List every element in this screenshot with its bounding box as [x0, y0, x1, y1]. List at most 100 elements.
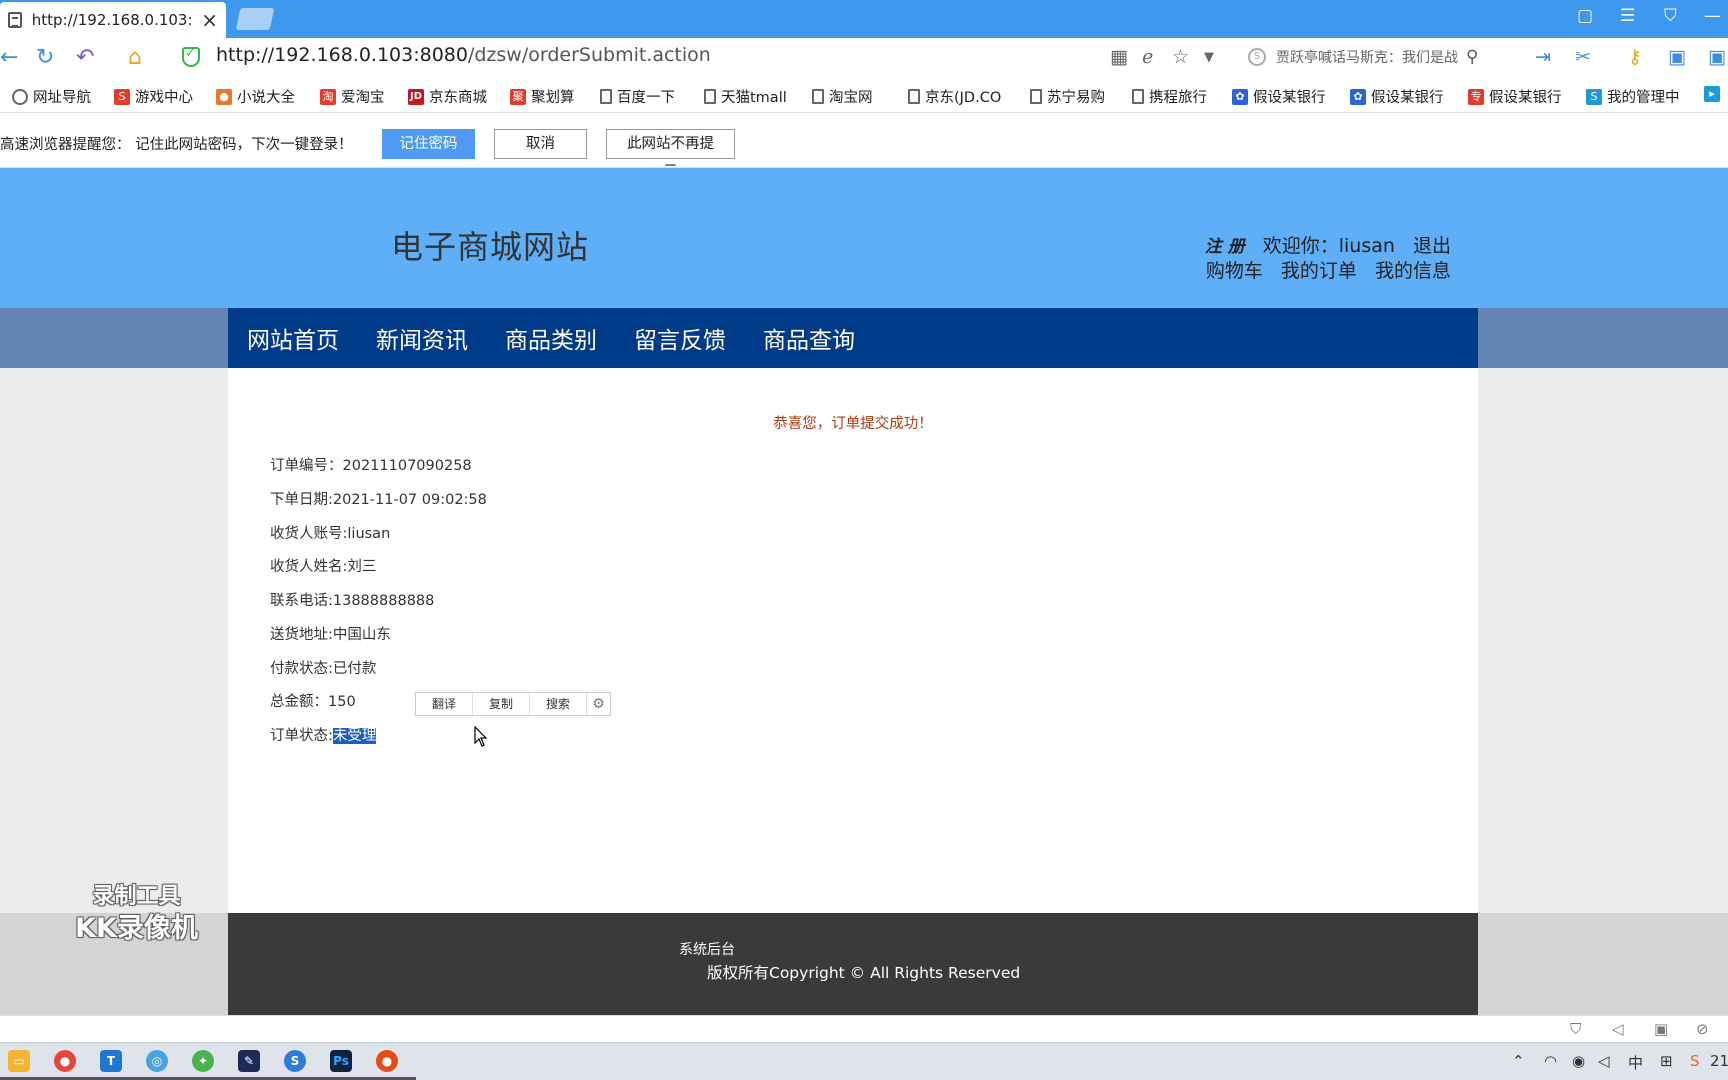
address-input[interactable]: http://192.168.0.103:8080/dzsw/orderSubm… [216, 44, 711, 66]
bookmark-item[interactable]: 苏宁易购 [1030, 86, 1105, 107]
extension-icon[interactable]: ▣ [1708, 46, 1726, 68]
file-explorer-icon[interactable]: ▭ [8, 1050, 30, 1072]
password-prompt-message: 高速浏览器提醒您： 记住此网站密码，下次一键登录！ [0, 137, 353, 153]
bookmark-item[interactable]: 聚聚划算 [510, 86, 575, 107]
input-method-icon[interactable]: 中 [1628, 1052, 1643, 1073]
keyboard-icon[interactable]: ⊞ [1660, 1052, 1673, 1070]
wifi-icon[interactable]: ◠ [1544, 1052, 1557, 1070]
game-icon: S [114, 88, 130, 105]
page-icon [1030, 89, 1042, 104]
login-icon[interactable]: ⇥ [1535, 46, 1551, 68]
jd-icon: JD [408, 88, 424, 105]
clock[interactable]: 21 [1710, 1052, 1728, 1070]
scissors-icon[interactable]: ✂ [1575, 46, 1591, 68]
globe-icon [12, 88, 28, 105]
bookmark-item[interactable]: ✿ 假设某银行 [1350, 86, 1444, 107]
cart-link[interactable]: 购物车 [1206, 260, 1263, 282]
my-orders-link[interactable]: 我的订单 [1281, 260, 1357, 282]
page-icon [704, 89, 716, 104]
book-icon: ● [216, 88, 232, 105]
bookmark-item[interactable]: 淘爱淘宝 [320, 86, 385, 107]
bookmark-item[interactable]: 天猫tmall [704, 86, 787, 107]
receiver-name: 收货人姓名:刘三 [270, 559, 377, 575]
bookmark-item[interactable]: 专假设某银行 [1468, 86, 1562, 107]
skin-icon[interactable]: ⛉ [1664, 6, 1677, 26]
nav-search[interactable]: 商品查询 [763, 321, 855, 355]
cancel-button[interactable]: 取消 [494, 129, 587, 159]
sogou-ime-icon[interactable]: S [1690, 1052, 1700, 1070]
close-tab-icon[interactable]: × [201, 8, 218, 32]
bookmark-item[interactable]: 百度一下 [600, 86, 675, 107]
admin-link[interactable]: 系统后台 [679, 939, 735, 959]
undo-icon[interactable]: ↶ [76, 45, 94, 70]
menu-icon[interactable]: ☰ [1620, 6, 1635, 26]
page-icon [600, 89, 612, 104]
paw-icon: ✿ [1350, 88, 1366, 105]
bookmark-item[interactable]: ✿ 假设某银行 [1232, 86, 1326, 107]
success-message: 恭喜您，订单提交成功！ [773, 416, 933, 432]
order-status-value[interactable]: 未受理 [332, 728, 377, 744]
nav-home[interactable]: 网站首页 [247, 321, 339, 355]
bookmark-item[interactable]: 淘宝网 [812, 86, 873, 107]
nav-news[interactable]: 新闻资讯 [376, 321, 468, 355]
editor-app-icon[interactable]: ✎ [238, 1050, 260, 1072]
security-shield-icon[interactable] [182, 46, 200, 67]
app-icon[interactable]: T [100, 1050, 122, 1072]
remember-password-button[interactable]: 记住密码 [382, 129, 475, 159]
bookmark-item[interactable]: 携程旅行 [1132, 86, 1207, 107]
web-page: 电子商城网站 注 册 欢迎你：liusan 退出 购物车 我的订单 我的信息 网… [0, 168, 1728, 1015]
search-icon[interactable]: ⚲ [1466, 47, 1478, 67]
translate-button[interactable]: 翻译 [416, 693, 473, 715]
nav-categories[interactable]: 商品类别 [505, 321, 597, 355]
new-tab-button[interactable] [235, 8, 275, 30]
chrome-icon[interactable]: ● [54, 1050, 76, 1072]
search-input[interactable]: S 贾跃亭喊话马斯克：我们是战 ⚲ [1248, 41, 1488, 73]
browser-tab-bar: http://192.168.0.103:8 × ▢ ☰ ⛉ — [0, 0, 1728, 38]
recorder-watermark: 录制工具 KK录像机 [75, 884, 198, 944]
tab-count-icon[interactable]: ▢ [1577, 6, 1593, 26]
bookmark-item[interactable]: ▸ [1704, 86, 1725, 102]
bookmark-item[interactable]: 京东(JD.CO [908, 86, 1001, 107]
gear-icon[interactable]: ⚙ [587, 693, 610, 715]
browser-tab[interactable]: http://192.168.0.103:8 × [0, 2, 226, 38]
my-info-link[interactable]: 我的信息 [1375, 260, 1451, 282]
search-button[interactable]: 搜索 [530, 693, 587, 715]
back-icon[interactable]: ← [0, 45, 18, 70]
recorder-app-icon[interactable]: ● [376, 1050, 398, 1072]
bookmark-item[interactable]: ● 小说大全 [216, 86, 295, 107]
qq-icon[interactable]: ◉ [1572, 1052, 1585, 1070]
shield-check-icon[interactable]: ⛉ [1570, 1020, 1581, 1038]
copy-button[interactable]: 复制 [473, 693, 530, 715]
bookmark-item[interactable]: 网址导航 [12, 86, 91, 107]
network-app-icon[interactable]: ◎ [146, 1050, 168, 1072]
order-total: 总金额：150 [270, 694, 356, 710]
volume-icon[interactable]: ◁ [1598, 1052, 1610, 1070]
order-status: 订单状态:未受理 [270, 724, 377, 745]
ie-mode-icon[interactable]: ℯ [1142, 46, 1153, 68]
chevron-up-icon[interactable]: ⌃ [1512, 1052, 1525, 1070]
user-links: 注 册 欢迎你：liusan 退出 购物车 我的订单 我的信息 [1193, 234, 1451, 283]
home-icon[interactable]: ⌂ [128, 45, 142, 70]
register-link[interactable]: 注 册 [1205, 237, 1245, 257]
adblock-icon[interactable]: ⊘ [1696, 1020, 1709, 1038]
translate-icon[interactable]: ▣ [1668, 46, 1686, 68]
minimize-icon[interactable]: — [1704, 6, 1721, 26]
game-app-icon[interactable]: ✦ [192, 1050, 214, 1072]
nav-feedback[interactable]: 留言反馈 [634, 321, 726, 355]
logout-link[interactable]: 退出 [1413, 235, 1451, 257]
window-icon[interactable]: ▣ [1654, 1020, 1668, 1038]
sogou-browser-icon[interactable]: S [284, 1050, 306, 1072]
site-header: 电子商城网站 注 册 欢迎你：liusan 退出 购物车 我的订单 我的信息 [0, 168, 1728, 308]
paw-icon: ✿ [1232, 88, 1248, 105]
star-icon[interactable]: ☆ [1172, 46, 1189, 68]
never-prompt-button[interactable]: 此网站不再提示 [606, 129, 735, 180]
sound-icon[interactable]: ◁ [1612, 1020, 1624, 1038]
bookmark-item[interactable]: JD 京东商城 [408, 86, 487, 107]
qrcode-icon[interactable]: ▦ [1110, 46, 1128, 68]
refresh-icon[interactable]: ↻ [36, 45, 54, 70]
bookmark-item[interactable]: S 我的管理中 [1586, 86, 1680, 107]
chevron-down-icon[interactable]: ▼ [1204, 50, 1214, 65]
photoshop-icon[interactable]: Ps [330, 1050, 352, 1072]
key-icon[interactable]: ⚷ [1628, 46, 1642, 68]
bookmark-item[interactable]: S 游戏中心 [114, 86, 193, 107]
